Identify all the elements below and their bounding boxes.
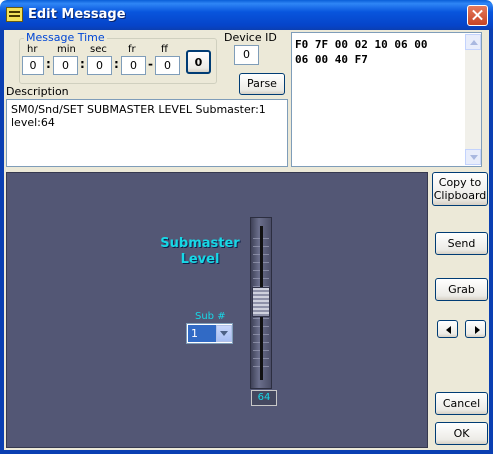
min-label: min <box>57 44 76 55</box>
send-button[interactable]: Send <box>435 232 488 255</box>
fader-knob[interactable] <box>252 287 270 317</box>
title-bar[interactable]: Edit Message <box>0 0 493 30</box>
min-input[interactable]: 0 <box>53 56 78 75</box>
time-separator: : <box>80 57 85 71</box>
window-frame-bottom <box>0 450 493 454</box>
previous-arrow-icon[interactable] <box>437 320 458 338</box>
ff-label: ff <box>161 44 168 55</box>
submaster-panel <box>6 172 428 448</box>
device-id-label: Device ID <box>224 31 277 44</box>
window-title: Edit Message <box>28 7 126 22</box>
hr-input[interactable]: 0 <box>22 56 44 75</box>
hr-label: hr <box>27 44 38 55</box>
panel-title-line2: Level <box>180 252 220 267</box>
sec-label: sec <box>90 44 107 55</box>
grab-button[interactable]: Grab <box>435 278 488 301</box>
time-separator: : <box>114 57 119 71</box>
scroll-down-icon[interactable] <box>465 149 481 165</box>
app-icon <box>6 7 23 22</box>
edit-message-window: Edit Message Message Time hr min sec fr … <box>0 0 493 454</box>
copy-button-line1: Copy to <box>438 176 482 189</box>
window-frame-right <box>489 30 493 454</box>
next-arrow-icon[interactable] <box>465 320 486 338</box>
hex-data-field[interactable]: F0 7F 00 02 10 06 00 06 00 40 F7 <box>291 32 482 167</box>
time-separator: : <box>46 57 51 71</box>
window-frame-left <box>0 30 4 454</box>
time-zero-button[interactable]: 0 <box>186 50 211 74</box>
hex-data-text: F0 7F 00 02 10 06 00 06 00 40 F7 <box>295 37 461 67</box>
cancel-button[interactable]: Cancel <box>435 392 488 415</box>
chevron-down-icon[interactable] <box>216 325 232 342</box>
sub-number-label: Sub # <box>195 311 226 322</box>
fr-label: fr <box>128 44 136 55</box>
sec-input[interactable]: 0 <box>87 56 112 75</box>
time-separator: - <box>148 57 153 71</box>
device-id-input[interactable]: 0 <box>234 45 259 65</box>
fr-input[interactable]: 0 <box>121 56 146 75</box>
message-time-label: Message Time <box>24 31 107 44</box>
hex-line: F0 7F 00 02 10 06 00 <box>295 38 428 51</box>
level-fader[interactable] <box>250 217 272 389</box>
parse-button[interactable]: Parse <box>239 73 285 95</box>
scroll-up-icon[interactable] <box>465 34 481 50</box>
hex-line: 06 00 40 F7 <box>295 53 368 66</box>
hex-scrollbar[interactable] <box>465 34 481 165</box>
description-field[interactable]: SM0/Snd/SET SUBMASTER LEVEL Submaster:1 … <box>6 99 288 167</box>
copy-button-line2: Clipboard <box>433 189 487 202</box>
close-icon[interactable] <box>467 5 488 26</box>
level-value: 64 <box>251 390 277 406</box>
ok-button[interactable]: OK <box>435 422 488 445</box>
copy-to-clipboard-button[interactable]: Copy to Clipboard <box>432 172 488 206</box>
sub-number-select[interactable]: 1 <box>186 323 233 344</box>
sub-number-value: 1 <box>188 325 216 342</box>
description-label: Description <box>6 85 69 98</box>
panel-title-line1: Submaster <box>160 236 240 251</box>
ff-input[interactable]: 0 <box>155 56 180 75</box>
